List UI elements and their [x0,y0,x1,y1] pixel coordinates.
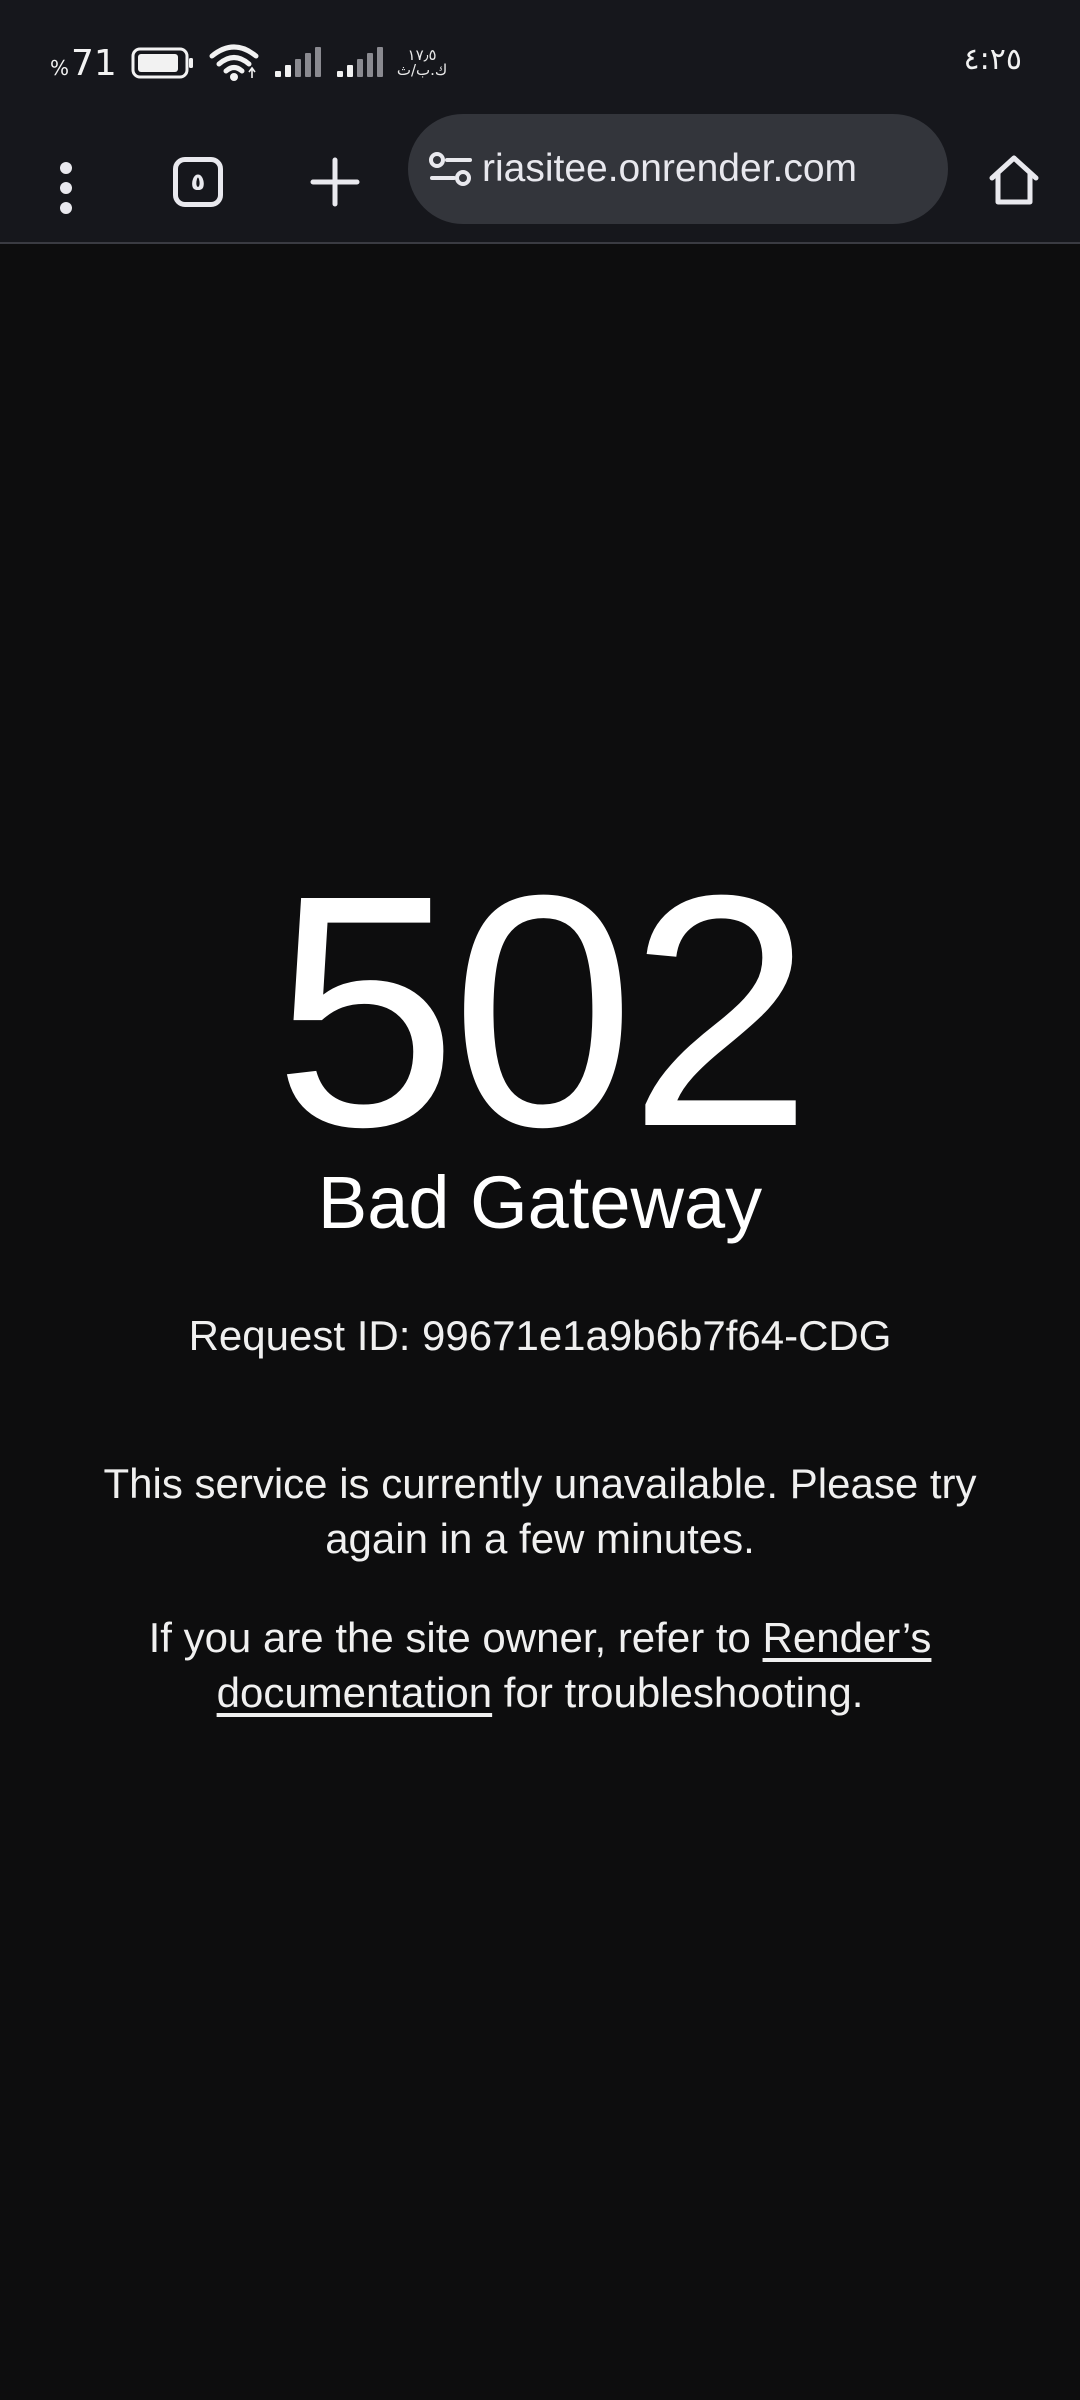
battery-percent: % 71 [50,43,117,84]
tune-icon[interactable] [428,149,474,189]
battery-icon [131,47,193,79]
signal-icon-2 [336,47,383,77]
request-id: Request ID: 99671e1a9b6b7f64-CDG [188,1312,892,1359]
url-text: riasitee.onrender.com [482,147,858,190]
home-icon [989,155,1039,205]
status-bar: % 71 ١٧٫٥ ك.ب/ث ٤:٢٥ [0,0,1080,118]
error-code: 502 [273,826,813,1195]
owner-note-prefix: If you are the site owner, refer to [148,1614,763,1661]
battery-percent-value: 71 [71,42,117,84]
percent-sign: % [50,55,70,80]
signal-icon [274,47,321,77]
tabs-icon: ٥ [173,157,223,207]
network-speed-unit: ك.ب/ث [396,61,448,79]
owner-note-suffix: for troubleshooting. [492,1669,864,1716]
page-content: 502 Bad Gateway Request ID: 99671e1a9b6b… [0,246,1080,2400]
status-time: ٤:٢٥ [963,42,1022,77]
error-message: This service is currently unavailable. P… [103,1460,977,1562]
owner-note: If you are the site owner, refer to Rend… [70,1610,1010,1720]
more-vert-icon [60,162,72,214]
wifi-icon [209,44,259,81]
menu-button[interactable] [40,138,92,238]
status-left-group: % 71 ١٧٫٥ ك.ب/ث [50,38,447,88]
tab-count: ٥ [190,168,206,196]
error-status-text: Bad Gateway [317,1161,763,1244]
url-bar[interactable]: riasitee.onrender.com [408,114,948,224]
home-button[interactable] [980,142,1048,218]
new-tab-button[interactable] [300,144,370,220]
plus-icon [310,157,360,207]
tab-switcher-button[interactable]: ٥ [162,146,234,218]
network-speed: ١٧٫٥ ك.ب/ث [397,48,447,78]
